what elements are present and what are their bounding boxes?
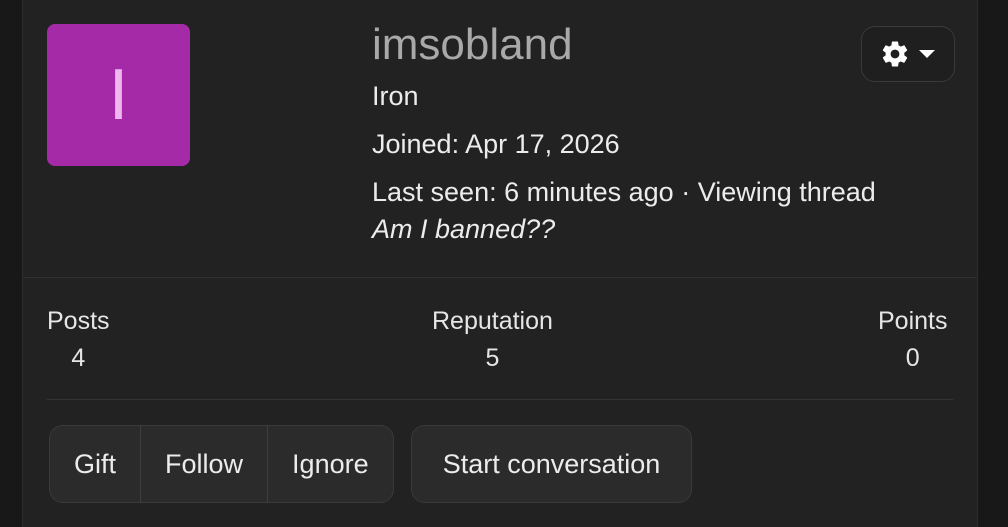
member-info: imsobland Iron Joined: Apr 17, 2026 Last…: [372, 18, 876, 248]
gear-icon: [882, 41, 908, 67]
member-profile-card: I imsobland Iron Joined: Apr 17, 2026 La…: [22, 0, 978, 527]
follow-button[interactable]: Follow: [141, 426, 269, 502]
actions-menu-button[interactable]: [861, 26, 955, 82]
stat-posts[interactable]: Posts 4: [47, 305, 110, 379]
username[interactable]: imsobland: [372, 18, 876, 72]
gift-button[interactable]: Gift: [50, 426, 142, 502]
stat-reputation: Reputation 5: [432, 305, 553, 379]
ignore-button[interactable]: Ignore: [268, 426, 393, 502]
caret-down-icon: [919, 50, 935, 58]
joined-date: Joined: Apr 17, 2026: [372, 129, 620, 159]
last-seen: Last seen: 6 minutes ago · Viewing threa…: [372, 177, 876, 207]
stat-label: Posts: [47, 307, 110, 335]
section-divider: [47, 399, 953, 400]
stat-value: 5: [485, 344, 500, 372]
stat-value: 0: [905, 344, 920, 372]
stat-label: Points: [878, 307, 948, 335]
avatar-letter: I: [108, 55, 129, 135]
stat-label: Reputation: [432, 307, 553, 335]
start-conversation-button[interactable]: Start conversation: [411, 425, 692, 503]
avatar[interactable]: I: [47, 24, 190, 166]
stat-points[interactable]: Points 0: [878, 305, 947, 379]
member-action-group: Gift Follow Ignore: [49, 425, 394, 503]
section-divider: [23, 277, 977, 278]
member-rank: Iron: [372, 81, 419, 111]
stat-value: 4: [71, 344, 86, 372]
